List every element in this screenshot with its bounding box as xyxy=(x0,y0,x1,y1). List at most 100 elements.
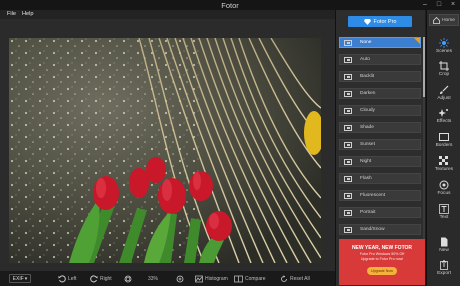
rotate-left-label: Left xyxy=(68,276,77,282)
scene-thumbnail-icon xyxy=(344,192,352,199)
tool-label: Focus xyxy=(437,191,451,196)
scene-thumbnail-icon xyxy=(344,56,352,63)
tool-label: Textures xyxy=(434,167,454,172)
reset-icon xyxy=(281,275,287,282)
minimize-button[interactable]: – xyxy=(418,0,432,10)
scene-label: Flash xyxy=(360,176,372,181)
tool-text[interactable]: Text xyxy=(427,204,460,228)
sun-icon xyxy=(439,38,449,48)
bottom-toolbar: EXIF ▾ Left Right 33% Histogram Compare … xyxy=(0,270,335,286)
scene-label: None xyxy=(360,40,372,45)
scene-thumbnail-icon xyxy=(344,209,352,216)
menu-bar: File Help xyxy=(0,10,335,19)
scene-item-portrait[interactable]: Portrait xyxy=(339,207,421,218)
fotor-pro-button[interactable]: Fotor Pro xyxy=(348,16,412,27)
home-button[interactable]: Home xyxy=(429,14,459,26)
focus-icon xyxy=(439,180,449,190)
chevron-down-icon: ▾ xyxy=(24,275,28,282)
diamond-icon xyxy=(363,18,371,25)
scene-item-flash[interactable]: Flash xyxy=(339,173,421,184)
scene-item-night[interactable]: Night xyxy=(339,156,421,167)
tool-scenes[interactable]: Scenes xyxy=(427,38,460,62)
zoom-button[interactable] xyxy=(176,274,184,284)
home-icon xyxy=(433,16,440,24)
scene-label: Shade xyxy=(360,125,374,130)
exif-dropdown[interactable]: EXIF ▾ xyxy=(9,274,31,283)
maximize-button[interactable]: □ xyxy=(432,0,446,10)
scene-item-sunset[interactable]: Sunset xyxy=(339,139,421,150)
tool-focus[interactable]: Focus xyxy=(427,180,460,204)
crop-icon xyxy=(439,61,449,71)
photo-preview[interactable] xyxy=(9,38,321,263)
scene-thumbnail-icon xyxy=(344,141,352,148)
compare-icon xyxy=(234,275,243,283)
tool-export[interactable]: Export xyxy=(427,260,460,284)
scene-label: Sunset xyxy=(360,142,375,147)
histogram-button[interactable]: Histogram xyxy=(195,274,228,284)
promo-banner[interactable]: NEW YEAR, NEW FOTOR Fotor Pro Windows 50… xyxy=(339,239,425,285)
tool-label: Text xyxy=(439,215,449,220)
canvas-area xyxy=(0,19,335,270)
promo-line-1: Fotor Pro Windows 50% Off xyxy=(359,252,405,256)
scene-label: Darken xyxy=(360,91,376,96)
scene-thumbnail-icon xyxy=(344,73,352,80)
scene-thumbnail-icon xyxy=(344,175,352,182)
tulip-photo-image xyxy=(9,38,321,263)
tool-crop[interactable]: Crop xyxy=(427,61,460,85)
window-title: Fotor xyxy=(221,1,239,10)
scene-thumbnail-icon xyxy=(344,39,352,46)
promo-headline: NEW YEAR, NEW FOTOR xyxy=(351,245,413,251)
zoom-level-label: 33% xyxy=(148,276,159,282)
scene-item-cloudy[interactable]: Cloudy xyxy=(339,105,421,116)
scene-label: Night xyxy=(360,159,372,164)
scene-item-sand-snow[interactable]: Sand/Snow xyxy=(339,224,421,235)
rotate-left-icon xyxy=(58,275,66,283)
histogram-label: Histogram xyxy=(205,276,228,282)
scene-item-shade[interactable]: Shade xyxy=(339,122,421,133)
tool-textures[interactable]: Textures xyxy=(427,156,460,180)
promo-upgrade-button[interactable]: Upgrade Now xyxy=(367,267,397,275)
scene-label: Sand/Snow xyxy=(360,227,385,232)
menu-help[interactable]: Help xyxy=(22,11,34,17)
rotate-right-label: Right xyxy=(100,276,112,282)
module-toolbar: Home Scenes Crop Adjust Effects Borders … xyxy=(426,10,460,286)
tool-borders[interactable]: Borders xyxy=(427,132,460,156)
title-bar: Fotor – □ × xyxy=(0,0,460,10)
fit-icon xyxy=(124,275,132,283)
rotate-right-button[interactable]: Right xyxy=(90,274,112,284)
close-button[interactable]: × xyxy=(446,0,460,10)
scene-item-fluorescent[interactable]: Fluorescent xyxy=(339,190,421,201)
magnifier-icon xyxy=(176,275,184,283)
scene-list: None Auto Backlit Darken Cloudy Shade Su… xyxy=(339,37,421,245)
histogram-icon xyxy=(195,275,203,283)
scene-item-auto[interactable]: Auto xyxy=(339,54,421,65)
zoom-level: 33% xyxy=(148,274,158,284)
compare-label: Compare xyxy=(245,276,266,282)
tool-label: Scenes xyxy=(436,49,452,54)
reset-all-button[interactable]: Reset All xyxy=(280,274,310,284)
tool-label: Adjust xyxy=(437,96,451,101)
compare-button[interactable]: Compare xyxy=(234,274,266,284)
tool-label: Export xyxy=(437,271,451,276)
exif-label: EXIF xyxy=(12,275,24,282)
fit-button[interactable] xyxy=(124,274,132,284)
tool-new[interactable]: New xyxy=(427,237,460,261)
frame-icon xyxy=(439,133,449,141)
scene-list-scroll-thumb[interactable] xyxy=(423,37,425,97)
tool-adjust[interactable]: Adjust xyxy=(427,85,460,109)
scene-item-darken[interactable]: Darken xyxy=(339,88,421,99)
menu-file[interactable]: File xyxy=(7,11,16,17)
scenes-panel: Fotor Pro None Auto Backlit Darken Cloud… xyxy=(335,10,425,286)
promo-line-2: Upgrade to Fotor Pro now! xyxy=(360,257,404,261)
export-icon xyxy=(440,260,448,270)
scene-item-none[interactable]: None xyxy=(339,37,421,48)
scene-thumbnail-icon xyxy=(344,226,352,233)
scene-label: Auto xyxy=(360,57,370,62)
scene-label: Cloudy xyxy=(360,108,375,113)
fotor-pro-label: Fotor Pro xyxy=(373,18,397,25)
tool-effects[interactable]: Effects xyxy=(427,108,460,132)
scene-label: Backlit xyxy=(360,74,375,79)
text-icon xyxy=(439,204,449,214)
scene-item-backlit[interactable]: Backlit xyxy=(339,71,421,82)
rotate-left-button[interactable]: Left xyxy=(58,274,76,284)
